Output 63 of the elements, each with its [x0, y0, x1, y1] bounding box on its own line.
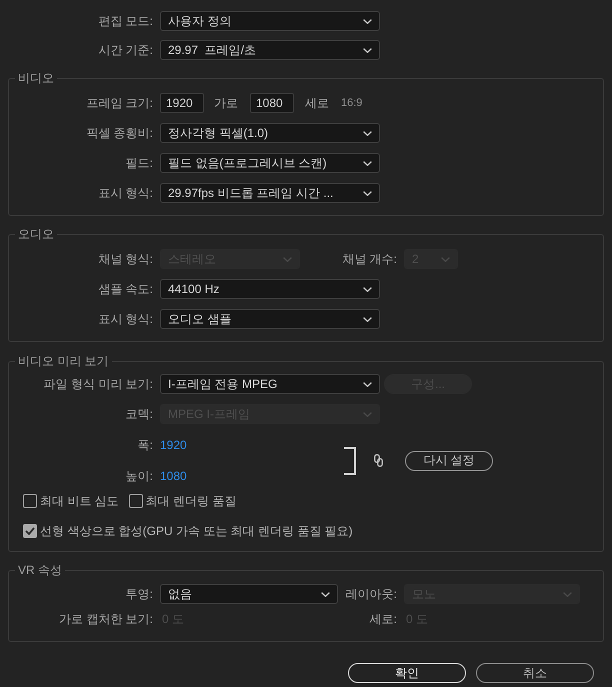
number-field[interactable]: 1920 — [160, 93, 204, 113]
number-value[interactable]: 1080 — [160, 469, 187, 483]
checkmark-icon — [25, 527, 35, 535]
checkbox-label[interactable]: 최대 비트 심도 — [40, 492, 119, 510]
field-label: 픽셀 종횡비: — [85, 124, 153, 142]
field-label: 표시 형식: — [97, 310, 153, 328]
dialog-button[interactable]: 확인 — [348, 663, 466, 683]
chevron-down-icon — [363, 190, 372, 196]
dropdown[interactable]: 오디오 샘플 — [160, 309, 380, 329]
dropdown[interactable]: 44100 Hz — [160, 279, 380, 299]
section-title: VR 속성 — [17, 562, 64, 578]
field-label: 폭: — [136, 436, 153, 454]
chevron-down-icon — [321, 592, 330, 596]
checkbox-label[interactable]: 선형 색상으로 합성(GPU 가속 또는 최대 렌더링 품질 필요) — [40, 522, 353, 540]
field-label: 필드: — [124, 154, 153, 172]
field-label: 프레임 크기: — [85, 94, 153, 112]
chevron-down-icon — [363, 286, 372, 292]
field-label: 가로 캡처한 보기: — [58, 610, 153, 628]
field-label: 샘플 속도: — [97, 280, 153, 298]
chevron-down-icon — [363, 160, 372, 166]
chevron-down-icon — [441, 256, 450, 262]
section-title: 비디오 미리 보기 — [17, 353, 110, 369]
dropdown[interactable]: 29.97fps 비드롭 프레임 시간 ... — [160, 183, 380, 203]
number-value[interactable]: 1920 — [160, 438, 187, 452]
field-label: 시간 기준: — [97, 42, 153, 58]
chevron-down-icon — [563, 592, 572, 596]
bracket-icon — [344, 446, 356, 474]
chevron-down-icon — [363, 48, 372, 52]
dropdown[interactable]: 필드 없음(프로그레시브 스캔) — [160, 153, 380, 173]
chevron-down-icon — [363, 18, 372, 24]
checkbox-label[interactable]: 최대 렌더링 품질 — [146, 492, 236, 510]
number-field[interactable]: 1080 — [250, 93, 294, 113]
unit-label: 세로 — [305, 94, 329, 112]
chain-link-icon[interactable] — [374, 454, 383, 467]
field-label: 세로: — [368, 610, 397, 628]
chevron-down-icon — [363, 316, 372, 322]
section-title: 오디오 — [17, 226, 55, 242]
chevron-down-icon — [363, 382, 372, 386]
checkbox[interactable] — [23, 524, 37, 538]
dropdown[interactable]: 사용자 정의 — [160, 11, 380, 31]
chevron-down-icon — [363, 412, 372, 416]
field-label: 편집 모드: — [97, 12, 153, 30]
field-label: 코덱: — [124, 406, 153, 422]
field-label: 파일 형식 미리 보기: — [42, 376, 153, 392]
dropdown[interactable]: 없음 — [160, 584, 338, 604]
dropdown[interactable]: I-프레임 전용 MPEG — [160, 374, 380, 394]
reset-button[interactable]: 다시 설정 — [405, 450, 493, 470]
dialog-button[interactable]: 취소 — [476, 663, 594, 683]
field-label: 투영: — [124, 586, 153, 602]
checkbox[interactable] — [23, 494, 37, 508]
checkbox[interactable] — [128, 494, 143, 508]
aspect-ratio-text: 16:9 — [341, 97, 362, 109]
field-label: 표시 형식: — [97, 184, 153, 202]
field-label: 레이아웃: — [345, 586, 397, 602]
field-label: 높이: — [124, 468, 153, 484]
field-label: 채널 개수: — [341, 250, 397, 268]
section-title: 비디오 — [17, 70, 55, 86]
unit-label: 가로 — [214, 94, 238, 112]
chevron-down-icon — [363, 130, 372, 136]
dropdown[interactable]: 29.97 프레임/초 — [160, 40, 380, 60]
field-label: 채널 형식: — [97, 250, 153, 268]
chevron-down-icon — [283, 256, 292, 262]
dropdown[interactable]: 정사각형 픽셀(1.0) — [160, 123, 380, 143]
